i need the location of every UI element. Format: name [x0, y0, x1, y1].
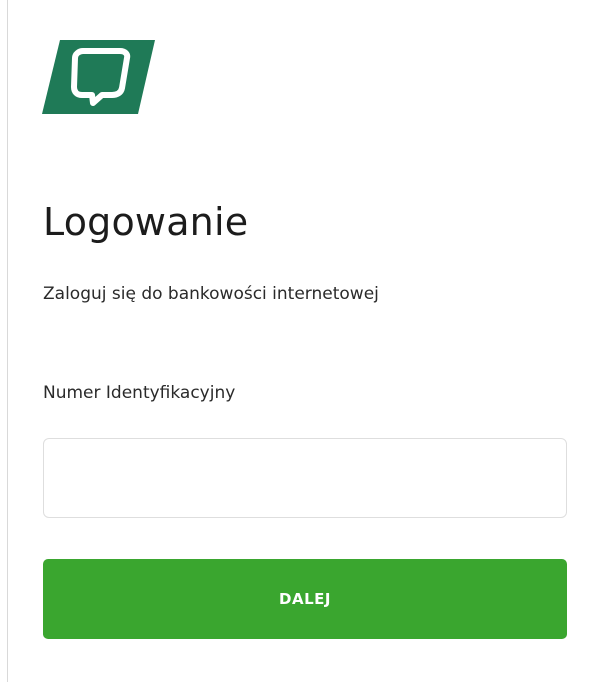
login-page: Logowanie Zaloguj się do bankowości inte… — [0, 0, 607, 682]
bank-logo-icon — [42, 38, 156, 116]
id-field-label: Numer Identyfikacyjny — [43, 383, 236, 403]
page-title: Logowanie — [43, 200, 249, 244]
left-divider — [7, 0, 8, 682]
id-number-input[interactable] — [43, 438, 567, 518]
next-button[interactable]: DALEJ — [43, 559, 567, 639]
page-subtitle: Zaloguj się do bankowości internetowej — [43, 284, 379, 304]
